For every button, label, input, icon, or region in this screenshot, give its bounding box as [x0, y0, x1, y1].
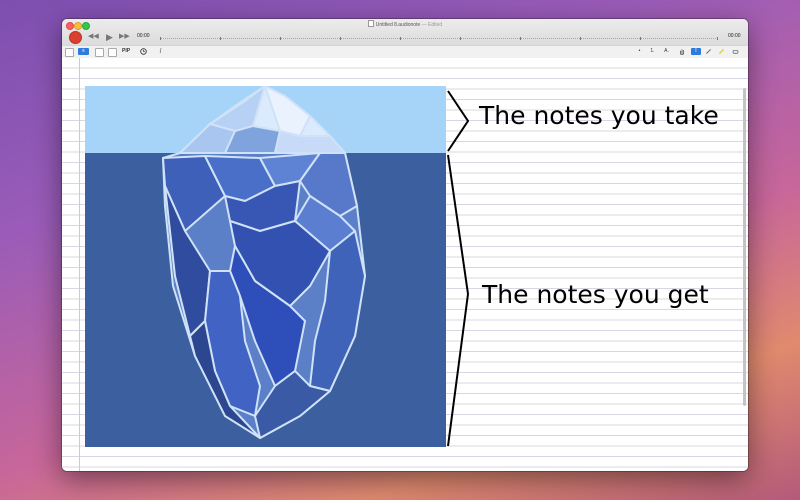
- page-margin-line: [79, 58, 80, 471]
- formatting-toolbar: ≡ PIP ∫ • 1. A. I: [62, 45, 748, 59]
- numbered-list-button[interactable]: 1.: [649, 48, 656, 55]
- current-time: 00:00: [137, 33, 150, 39]
- iceberg-illustration: [85, 86, 446, 447]
- text-tool-button[interactable]: I: [691, 48, 701, 55]
- highlighter-tool-icon[interactable]: [718, 48, 725, 55]
- total-time: 00:00: [728, 33, 741, 39]
- text-style-button[interactable]: A.: [663, 48, 670, 55]
- top-caption: The notes you take: [479, 101, 719, 130]
- timeline-tick: [460, 37, 461, 40]
- edited-status: — Edited: [421, 22, 443, 28]
- timeline-tick: [280, 37, 281, 40]
- bullet-list-button[interactable]: •: [636, 48, 643, 55]
- page-layout-button[interactable]: [95, 48, 104, 57]
- timeline-tick: [220, 37, 221, 40]
- pip-button[interactable]: PIP: [122, 48, 130, 55]
- pen-tool-icon[interactable]: [705, 48, 712, 55]
- single-page-view-button[interactable]: [65, 48, 74, 57]
- hand-tool-icon[interactable]: [678, 48, 685, 55]
- fast-forward-button[interactable]: ▶▶: [119, 31, 130, 43]
- timeline-tick: [400, 37, 401, 40]
- bottom-bracket: [447, 154, 470, 447]
- top-bracket: [447, 90, 470, 152]
- window-title: Untitled 8.audionote: [375, 22, 421, 28]
- timeline-tick: [717, 37, 718, 40]
- timeline-tick: [580, 37, 581, 40]
- timeline-tick: [520, 37, 521, 40]
- title-bar: Untitled 8.audionote — Edited ◀◀ ▶ ▶▶ 00…: [62, 19, 748, 45]
- note-page[interactable]: The notes you take The notes you get: [62, 58, 748, 471]
- formula-button[interactable]: ∫: [157, 48, 164, 55]
- bottom-caption: The notes you get: [482, 280, 709, 309]
- lined-paper-button[interactable]: ≡: [78, 48, 89, 55]
- vertical-scrollbar[interactable]: [743, 88, 746, 406]
- timeline-tick: [160, 37, 161, 40]
- play-button[interactable]: ▶: [106, 31, 113, 43]
- playback-timeline[interactable]: [160, 37, 718, 40]
- rewind-button[interactable]: ◀◀: [88, 31, 99, 43]
- document-icon: [367, 20, 374, 27]
- eraser-tool-icon[interactable]: [732, 48, 739, 55]
- timeline-tick: [640, 37, 641, 40]
- record-button[interactable]: [69, 31, 82, 44]
- split-view-button[interactable]: [108, 48, 117, 57]
- app-window: Untitled 8.audionote — Edited ◀◀ ▶ ▶▶ 00…: [62, 19, 748, 471]
- timeline-tick: [340, 37, 341, 40]
- clock-icon[interactable]: [140, 48, 147, 55]
- window-title-group: Untitled 8.audionote — Edited: [62, 20, 748, 28]
